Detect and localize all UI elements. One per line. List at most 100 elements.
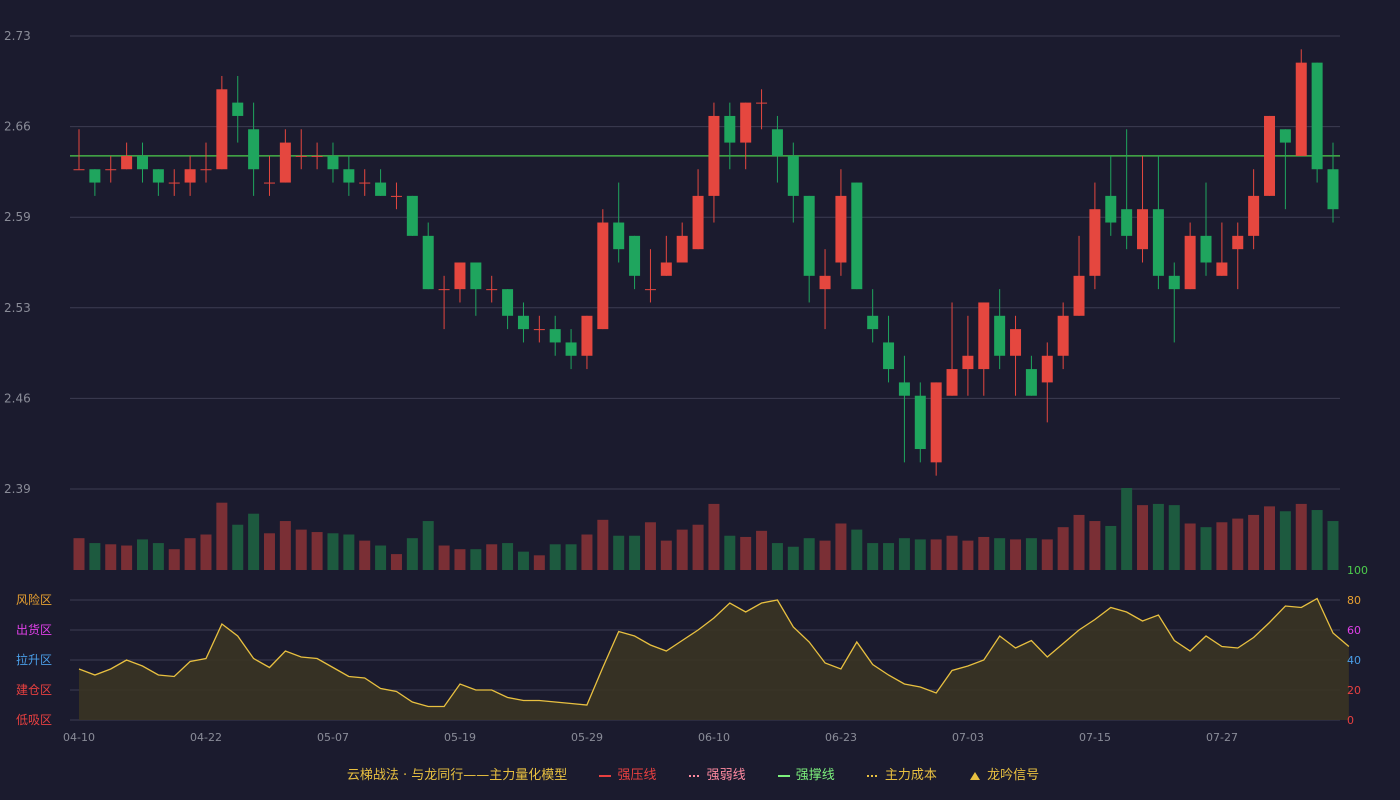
volume-bar xyxy=(994,538,1006,570)
candle xyxy=(1248,169,1260,250)
indicator-tick-label: 0 xyxy=(1347,714,1354,727)
candle xyxy=(216,75,228,170)
zone-label: 拉升区 xyxy=(16,652,52,667)
candle xyxy=(152,169,164,196)
volume-bar xyxy=(486,544,498,570)
candle xyxy=(581,315,593,370)
legend-item-dragon-signal[interactable]: 龙吟信号 xyxy=(969,768,1039,783)
candle xyxy=(787,142,799,223)
volume-bar xyxy=(740,536,752,570)
date-tick-label: 07-03 xyxy=(952,731,984,744)
candle-body xyxy=(200,169,212,171)
volume-bar xyxy=(1010,539,1022,570)
candle-body xyxy=(1295,62,1307,156)
indicator-tick-label: 20 xyxy=(1347,684,1361,697)
volume-bar xyxy=(549,544,561,570)
candle xyxy=(1168,262,1180,343)
date-tick-label: 07-27 xyxy=(1206,731,1238,744)
candle-body xyxy=(1057,315,1069,356)
volume-bar xyxy=(660,540,672,570)
candle xyxy=(1327,142,1339,223)
volume-bar xyxy=(232,524,244,570)
legend-label: 强撑线 xyxy=(795,768,835,783)
candle-body xyxy=(486,289,498,291)
candle xyxy=(1121,129,1133,250)
candle xyxy=(200,142,212,183)
date-axis: 04-10 04-22 05-07 05-19 05-29 06-10 06-23 07-03… xyxy=(63,731,1238,744)
candle-body xyxy=(168,182,180,184)
volume-bar xyxy=(724,535,736,570)
candle xyxy=(565,329,577,370)
volume-bar xyxy=(375,545,387,570)
volume-bar xyxy=(390,554,402,570)
candle xyxy=(454,262,466,303)
candle-body xyxy=(89,169,101,183)
volume-bar xyxy=(978,536,990,570)
volume-bar xyxy=(200,534,212,570)
volume-bar xyxy=(327,533,339,570)
volume-bar xyxy=(422,521,434,570)
volume-bar xyxy=(1057,527,1069,570)
candle-body xyxy=(581,315,593,356)
candle xyxy=(819,249,831,330)
indicator-tick-label: 100 xyxy=(1347,564,1368,577)
candle xyxy=(644,249,656,303)
candle-body xyxy=(660,262,672,276)
date-tick-label: 05-29 xyxy=(571,731,603,744)
candle-body xyxy=(295,155,307,157)
candle-body xyxy=(1279,129,1291,143)
candle xyxy=(914,382,926,463)
candle-body xyxy=(946,369,958,396)
volume-bar xyxy=(644,522,656,570)
legend-item-strong-resistance[interactable]: 强压线 xyxy=(599,768,660,783)
legend-item-strong-support[interactable]: 强撑线 xyxy=(777,768,839,783)
volume-bar xyxy=(184,538,196,570)
candle-body xyxy=(1311,62,1323,170)
legend-item-strength-line[interactable]: 强弱线 xyxy=(688,768,750,783)
candle xyxy=(803,195,815,303)
legend-marker-icon xyxy=(688,774,701,777)
legend-label: 强弱线 xyxy=(706,768,746,783)
candle-body xyxy=(232,102,244,116)
price-tick-label: 2.59 xyxy=(4,210,31,224)
candle xyxy=(1137,155,1149,263)
candle xyxy=(121,142,133,170)
candle xyxy=(486,275,498,303)
candle xyxy=(851,182,863,290)
volume-bar xyxy=(708,503,720,570)
volume-bar xyxy=(597,519,609,570)
volume-bar xyxy=(1264,506,1276,570)
volume-bar xyxy=(279,521,291,570)
candle-body xyxy=(597,222,609,330)
legend-item-main-cost[interactable]: 主力成本 xyxy=(866,768,941,783)
volume-bar xyxy=(1216,522,1228,570)
indicator-area-fill xyxy=(79,598,1349,720)
chart-legend: 云梯战法 · 与龙同行——主力量化模型 强压线 强弱线 强撑线 主力成本 龙吟信… xyxy=(0,764,1400,783)
candle xyxy=(994,289,1006,370)
candle xyxy=(438,275,450,330)
candle xyxy=(676,222,688,263)
candle-body xyxy=(1264,115,1276,196)
candle xyxy=(517,302,529,343)
candle-body xyxy=(740,102,752,143)
candle xyxy=(946,302,958,396)
zone-label: 出货区 xyxy=(16,622,52,637)
candle-body xyxy=(1041,355,1053,383)
candle xyxy=(898,355,910,463)
candle xyxy=(359,169,371,196)
candle-body xyxy=(1025,369,1037,396)
zone-labels: 风险区出货区拉升区建仓区低吸区 xyxy=(16,592,52,727)
candle xyxy=(1010,315,1022,396)
volume-bar xyxy=(883,543,895,570)
candle-body xyxy=(1184,235,1196,290)
candle xyxy=(295,129,307,170)
volume-bar xyxy=(1200,527,1212,570)
candle xyxy=(89,169,101,196)
candle xyxy=(1025,355,1037,396)
candle-body xyxy=(533,329,545,331)
candle-body xyxy=(184,169,196,183)
candle xyxy=(73,129,85,171)
volume-bar xyxy=(898,538,910,570)
candle-body xyxy=(1105,195,1117,223)
candle xyxy=(1105,155,1117,236)
